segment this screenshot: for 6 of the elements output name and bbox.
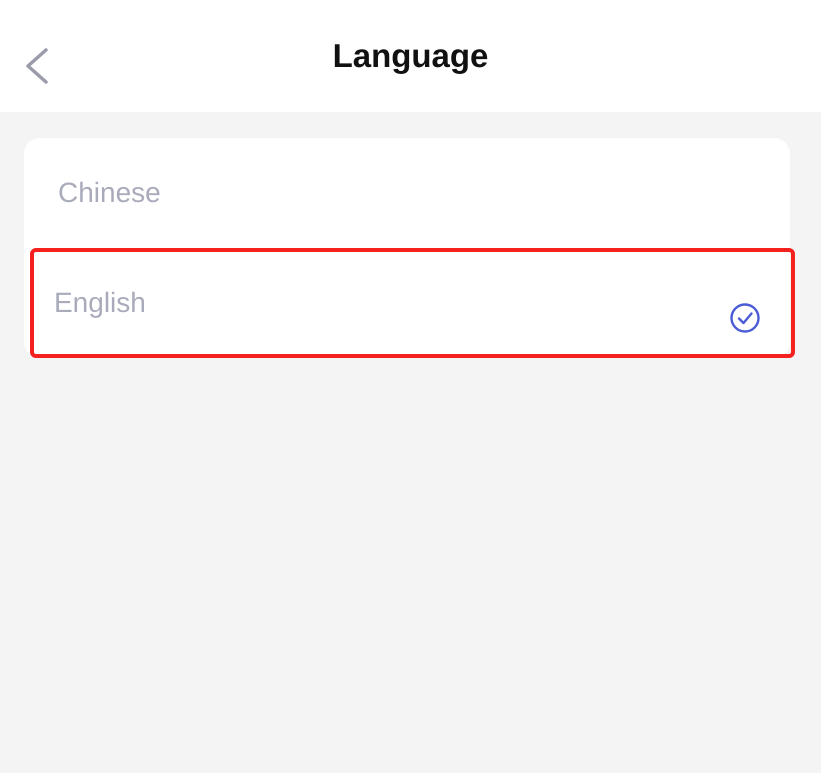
language-label: Chinese — [58, 178, 161, 209]
check-circle-icon — [729, 302, 761, 334]
page-title: Language — [332, 36, 488, 76]
language-option[interactable]: Chinese — [24, 138, 790, 248]
highlighted-language-option[interactable]: English — [30, 248, 795, 358]
language-label: English — [54, 288, 146, 319]
